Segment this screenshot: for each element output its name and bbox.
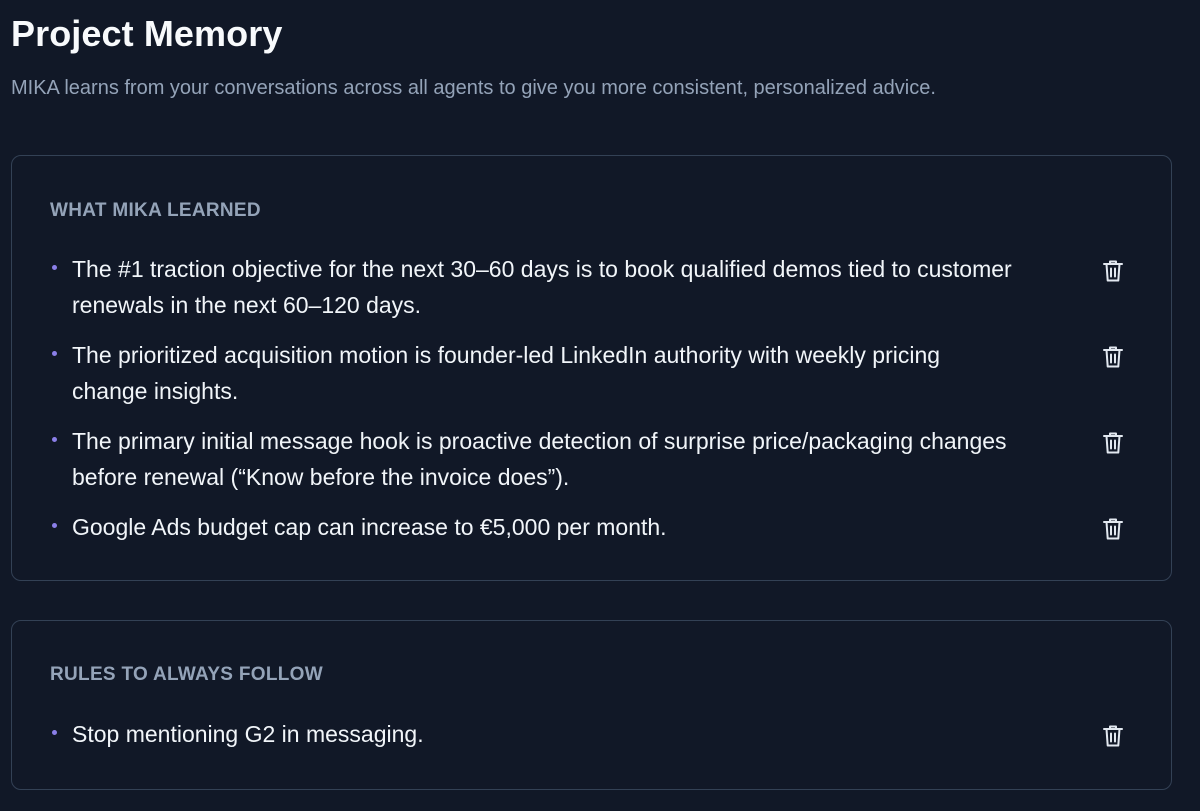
bullet-dot <box>52 351 57 356</box>
delete-learned-item-button[interactable] <box>1100 344 1126 370</box>
learned-item-text: The prioritized acquisition motion is fo… <box>72 342 941 404</box>
learned-item-text: The #1 traction objective for the next 3… <box>72 256 1012 318</box>
learned-list: The #1 traction objective for the next 3… <box>50 251 1171 559</box>
delete-learned-item-button[interactable] <box>1100 516 1126 542</box>
learned-item-text: Google Ads budget cap can increase to €5… <box>72 514 667 540</box>
rule-item-text: Stop mentioning G2 in messaging. <box>72 721 424 747</box>
project-memory-page: Project Memory MIKA learns from your con… <box>0 0 1200 811</box>
bullet-dot <box>52 437 57 442</box>
what-mika-learned-card: WHAT MIKA LEARNED The #1 traction object… <box>11 155 1172 581</box>
bullet-dot <box>52 523 57 528</box>
learned-item: The #1 traction objective for the next 3… <box>50 251 1171 323</box>
delete-learned-item-button[interactable] <box>1100 258 1126 284</box>
trash-icon <box>1103 260 1123 282</box>
page-subtitle: MIKA learns from your conversations acro… <box>11 77 936 99</box>
section-heading-learned: WHAT MIKA LEARNED <box>50 200 261 221</box>
delete-rule-item-button[interactable] <box>1100 723 1126 749</box>
trash-icon <box>1103 518 1123 540</box>
section-heading-rules: RULES TO ALWAYS FOLLOW <box>50 664 323 685</box>
page-title: Project Memory <box>11 13 283 54</box>
rules-to-always-follow-card: RULES TO ALWAYS FOLLOW Stop mentioning G… <box>11 620 1172 790</box>
rule-item: Stop mentioning G2 in messaging. <box>50 716 1171 752</box>
bullet-dot <box>52 730 57 735</box>
trash-icon <box>1103 432 1123 454</box>
trash-icon <box>1103 725 1123 747</box>
delete-learned-item-button[interactable] <box>1100 430 1126 456</box>
learned-item: The prioritized acquisition motion is fo… <box>50 337 1171 409</box>
rules-list: Stop mentioning G2 in messaging. <box>50 716 1171 766</box>
bullet-dot <box>52 265 57 270</box>
learned-item: Google Ads budget cap can increase to €5… <box>50 509 1171 545</box>
learned-item-text: The primary initial message hook is proa… <box>72 428 1007 490</box>
learned-item: The primary initial message hook is proa… <box>50 423 1171 495</box>
trash-icon <box>1103 346 1123 368</box>
